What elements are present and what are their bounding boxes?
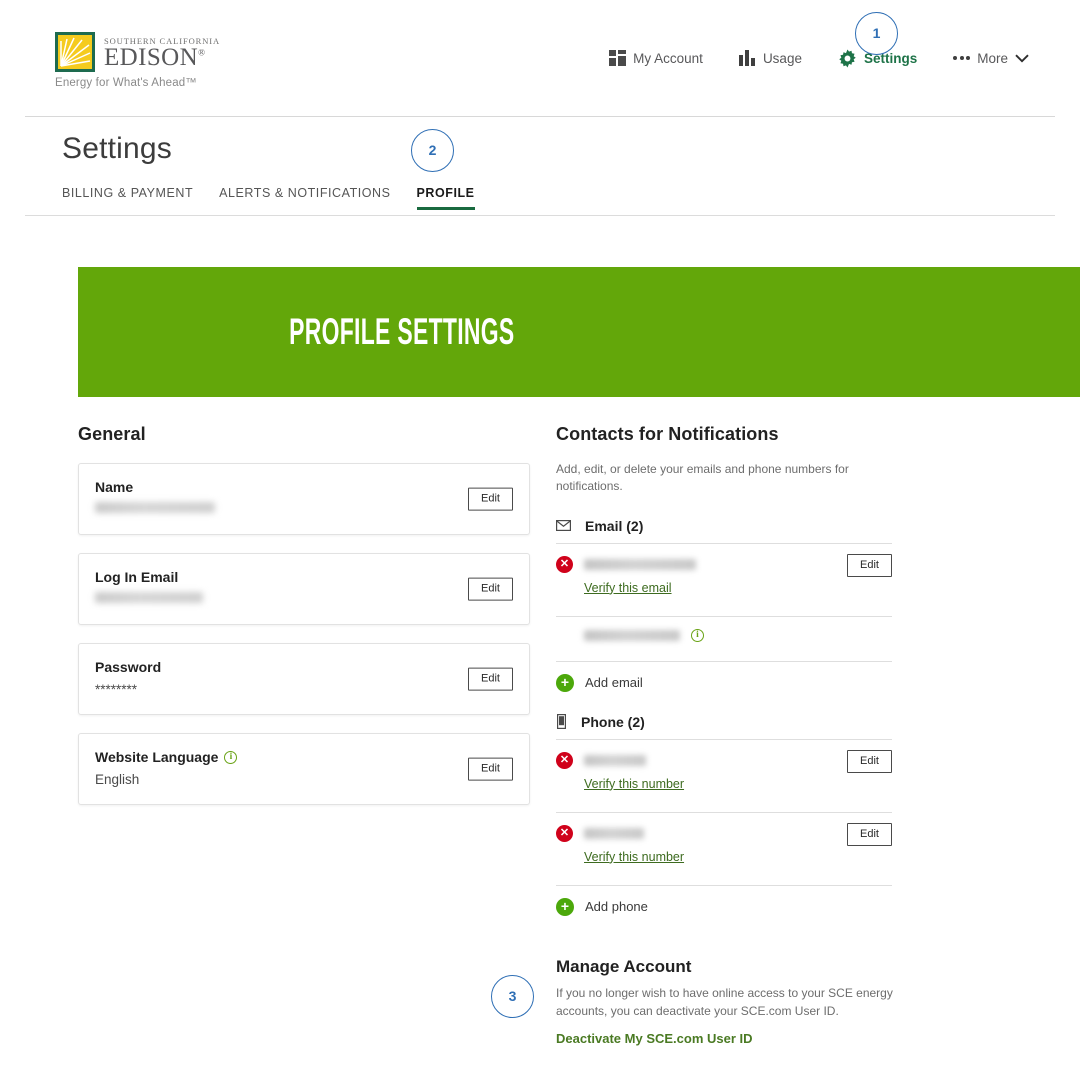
verify-phone-link-2[interactable]: Verify this number (584, 850, 684, 864)
logo-tagline: Energy for What's Ahead™ (55, 76, 197, 89)
info-icon[interactable]: i (691, 628, 704, 642)
edit-website-language-button[interactable]: Edit (468, 757, 513, 781)
edit-login-email-button[interactable]: Edit (468, 577, 513, 601)
card-label-password: Password (95, 659, 162, 675)
banner-title: PROFILE SETTINGS (289, 311, 515, 352)
edit-phone-button-1[interactable]: Edit (847, 749, 892, 773)
deactivate-user-id-link[interactable]: Deactivate My SCE.com User ID (556, 1031, 753, 1046)
add-phone-button[interactable]: + Add phone (556, 897, 892, 916)
profile-settings-banner: PROFILE SETTINGS (78, 267, 1080, 397)
card-label-login-email: Log In Email (95, 569, 179, 585)
general-section: General Name Edit Log In Email Edit Pass… (78, 424, 530, 805)
nav-label-my-account: My Account (633, 50, 703, 66)
tab-billing-and-payment[interactable]: BILLING & PAYMENT (62, 186, 193, 210)
card-label-website-language: Website Language i (95, 749, 513, 765)
nav-item-usage[interactable]: Usage (738, 44, 802, 72)
card-value-name (95, 502, 215, 513)
dashboard-grid-icon (609, 50, 627, 66)
gear-icon (838, 48, 857, 68)
header-divider (25, 116, 1055, 117)
primary-nav-links: My Account Usage Settings More (609, 43, 1029, 74)
manage-account-description: If you no longer wish to have online acc… (556, 986, 893, 1018)
email-row-divider-2 (556, 660, 892, 662)
email-row-verified: i (556, 617, 892, 652)
phone-row-2: ✕ Verify this number Edit (556, 813, 892, 876)
sce-logo[interactable]: SOUTHERN CALIFORNIA EDISON® Energy for W… (55, 31, 220, 89)
page-root: SOUTHERN CALIFORNIA EDISON® Energy for W… (0, 0, 1080, 1080)
logo-edison-text: EDISON® (104, 43, 206, 71)
step-badge-3: 3 (491, 975, 534, 1018)
email-row-unverified: ✕ Verify this email Edit (556, 544, 892, 607)
general-heading: General (78, 424, 146, 444)
card-value-login-email (95, 592, 203, 603)
step-badge-2: 2 (411, 129, 454, 172)
phone-group-header: Phone (2) (556, 714, 892, 730)
tab-alerts-and-notifications[interactable]: ALERTS & NOTIFICATIONS (219, 186, 390, 210)
card-label-website-language-text: Website Language (95, 749, 219, 765)
email-address-value (584, 558, 696, 570)
nav-item-my-account[interactable]: My Account (609, 44, 703, 72)
tabs-divider (25, 215, 1055, 216)
phone-row-1: ✕ Verify this number Edit (556, 740, 892, 803)
add-email-button[interactable]: + Add email (556, 673, 892, 692)
info-icon[interactable]: i (224, 750, 238, 764)
tab-profile[interactable]: PROFILE (416, 186, 475, 210)
sunburst-logo-icon (55, 31, 95, 72)
step-badge-1: 1 (855, 12, 898, 55)
email-group-header: Email (2) (556, 518, 892, 534)
email-group-label: Email (2) (585, 517, 644, 534)
phone-number-value-1 (584, 754, 646, 766)
edit-name-button[interactable]: Edit (468, 487, 513, 511)
nav-item-more[interactable]: More (953, 45, 1029, 72)
remove-phone-icon[interactable]: ✕ (556, 751, 573, 769)
verify-email-link[interactable]: Verify this email (584, 581, 672, 595)
remove-email-icon[interactable]: ✕ (556, 555, 573, 573)
contacts-section: Contacts for Notifications Add, edit, or… (556, 424, 892, 916)
ellipsis-icon (953, 56, 971, 60)
remove-phone-icon[interactable]: ✕ (556, 824, 573, 842)
mobile-phone-icon (556, 714, 567, 730)
add-email-label: Add email (585, 675, 643, 691)
card-label-name: Name (95, 479, 134, 495)
contacts-description: Add, edit, or delete your emails and pho… (556, 462, 849, 494)
manage-account-section: Manage Account If you no longer wish to … (556, 957, 956, 1048)
phone-group-label: Phone (2) (581, 713, 645, 730)
add-phone-label: Add phone (585, 899, 648, 915)
phone-number-value-2 (584, 827, 644, 839)
nav-label-more: More (977, 50, 1008, 66)
email-address-value-secondary (584, 629, 680, 641)
page-title: Settings (62, 132, 172, 165)
manage-account-heading: Manage Account (556, 957, 692, 976)
plus-icon: + (556, 897, 574, 916)
card-value-website-language: English (95, 772, 140, 787)
nav-label-usage: Usage (762, 50, 802, 66)
envelope-icon (556, 520, 571, 532)
settings-tabs: BILLING & PAYMENT ALERTS & NOTIFICATIONS… (62, 186, 475, 210)
bar-chart-icon (738, 50, 756, 66)
top-navigation-bar: SOUTHERN CALIFORNIA EDISON® Energy for W… (0, 0, 1080, 117)
edit-phone-button-2[interactable]: Edit (847, 822, 892, 846)
plus-icon: + (556, 673, 574, 692)
edit-email-button[interactable]: Edit (847, 553, 892, 577)
card-website-language: Website Language i English Edit (78, 733, 530, 805)
card-name: Name Edit (78, 463, 530, 535)
contacts-heading: Contacts for Notifications (556, 424, 779, 444)
phone-row-divider-2 (556, 884, 892, 886)
card-password: Password ******** Edit (78, 643, 530, 715)
card-login-email: Log In Email Edit (78, 553, 530, 625)
verify-phone-link-1[interactable]: Verify this number (584, 777, 684, 791)
card-value-password: ******** (95, 682, 138, 697)
edit-password-button[interactable]: Edit (468, 667, 513, 691)
chevron-down-icon (1015, 54, 1029, 63)
